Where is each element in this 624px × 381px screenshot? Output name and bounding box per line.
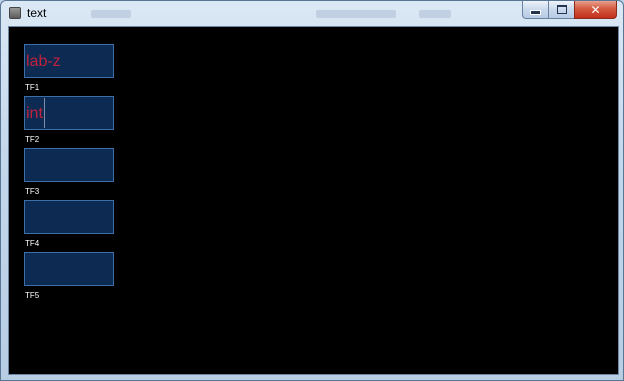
window-title: text (27, 6, 47, 20)
text-field-label: TF4 (25, 239, 40, 248)
minimize-button[interactable] (522, 1, 548, 19)
client-area: lab-z TF1 int TF2 TF3 TF4 TF5 (8, 26, 619, 375)
close-button[interactable]: ✕ (574, 1, 617, 19)
text-field-value: lab-z (26, 53, 61, 70)
minimize-icon (530, 10, 541, 15)
app-window: text ✕ lab-z TF1 int TF2 TF3 TF4 TF5 (0, 0, 624, 381)
background-blur (316, 10, 396, 18)
text-field-label: TF1 (25, 83, 40, 92)
text-field-tf2[interactable]: int (24, 96, 114, 130)
background-blur (91, 10, 131, 18)
title-bar[interactable]: text ✕ (1, 1, 623, 26)
text-field-tf4[interactable] (24, 200, 114, 234)
maximize-icon (556, 5, 567, 14)
app-icon[interactable] (9, 7, 21, 19)
close-icon: ✕ (590, 2, 601, 17)
text-caret (44, 98, 45, 128)
text-field-label: TF3 (25, 187, 40, 196)
window-controls: ✕ (522, 1, 617, 20)
background-blur (419, 10, 451, 18)
text-field-label: TF5 (25, 291, 40, 300)
maximize-button[interactable] (548, 1, 574, 19)
text-field-label: TF2 (25, 135, 40, 144)
text-field-value: int (26, 105, 43, 122)
text-field-tf5[interactable] (24, 252, 114, 286)
text-field-tf3[interactable] (24, 148, 114, 182)
text-field-tf1[interactable]: lab-z (24, 44, 114, 78)
